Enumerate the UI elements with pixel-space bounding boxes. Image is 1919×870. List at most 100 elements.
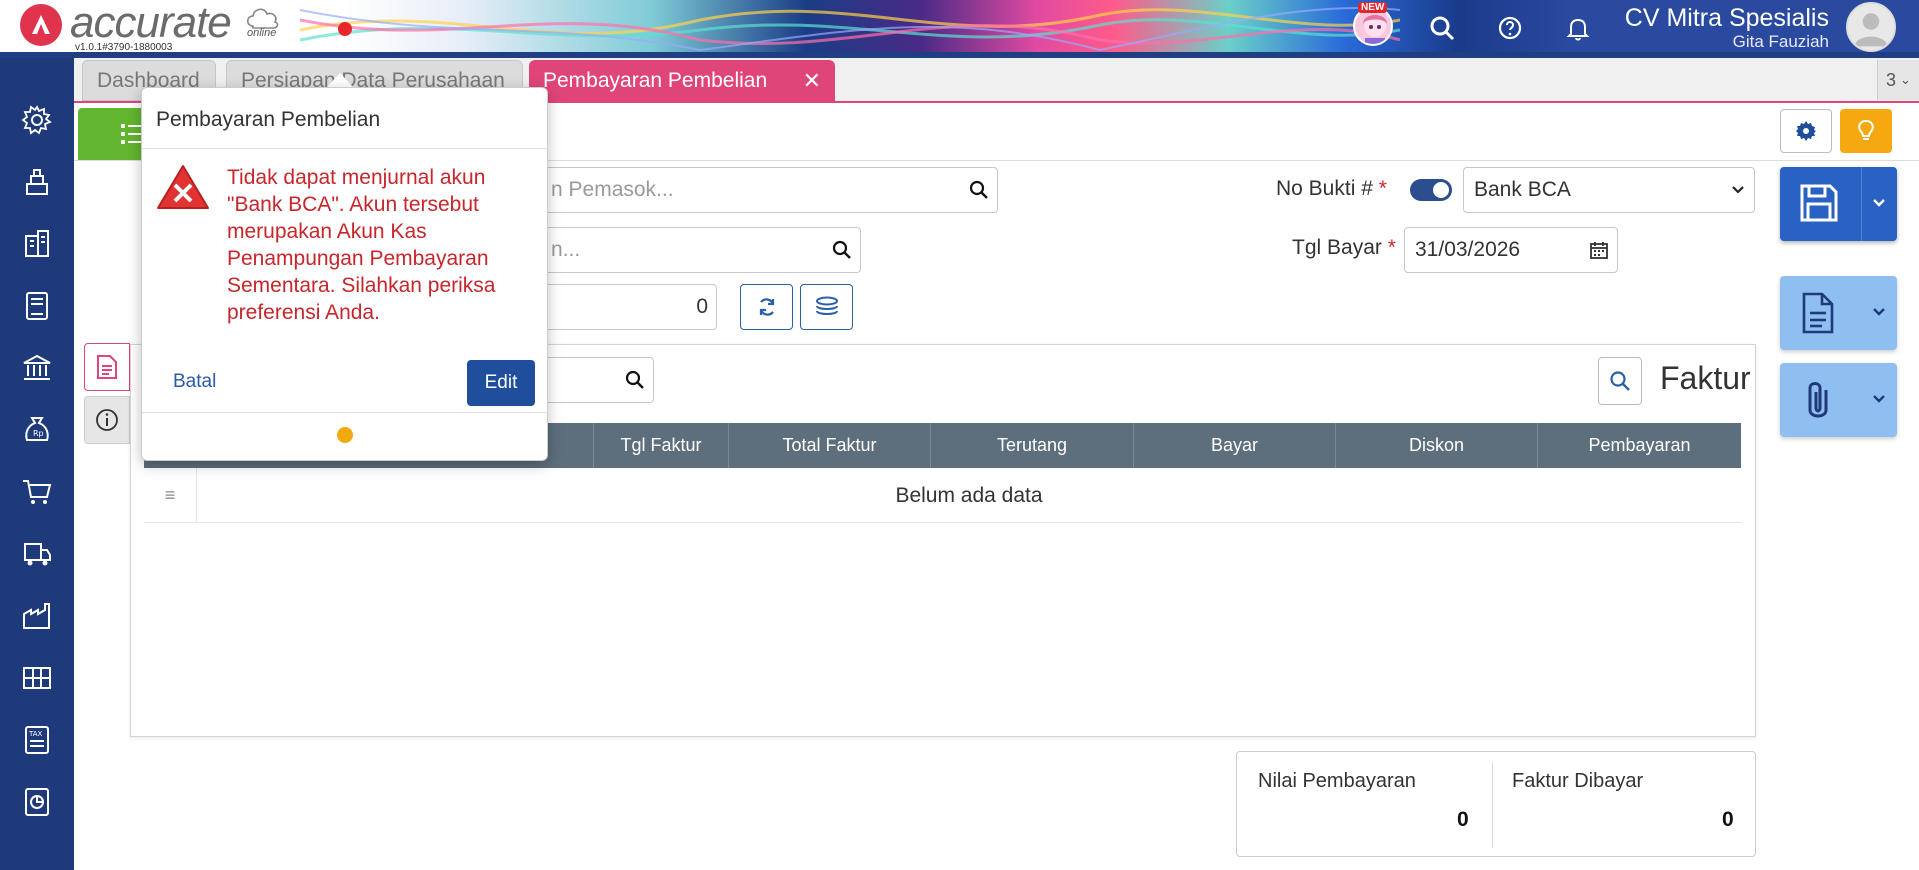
company-icon[interactable] xyxy=(17,224,57,264)
faktur-title: Faktur xyxy=(1660,360,1751,396)
calendar-icon[interactable] xyxy=(1589,240,1609,260)
layers-button[interactable] xyxy=(800,284,853,330)
supplier-placeholder: n Pemasok... xyxy=(551,178,674,201)
tgl-bayar-value: 31/03/2026 xyxy=(1415,238,1521,261)
no-bukti-toggle[interactable] xyxy=(1410,179,1452,201)
col-pembayaran[interactable]: Pembayaran xyxy=(1537,423,1741,468)
chevron-down-icon xyxy=(1732,186,1744,194)
company-name[interactable]: CV Mitra Spesialis xyxy=(1625,4,1829,33)
summary-divider xyxy=(1492,762,1493,848)
save-split-divider xyxy=(1861,167,1862,241)
secondary-search-input[interactable]: n... xyxy=(540,227,861,273)
settings-button[interactable] xyxy=(1780,109,1832,153)
popup-error-message: Tidak dapat menjurnal akun "Bank BCA". A… xyxy=(227,166,496,324)
header-decoration xyxy=(300,7,1400,52)
logo-online-text: online xyxy=(247,27,277,39)
paperclip-icon xyxy=(1808,382,1828,418)
document-button[interactable] xyxy=(1780,276,1897,350)
popup-status-dot xyxy=(337,427,353,443)
delivery-icon[interactable] xyxy=(17,534,57,574)
popup-divider xyxy=(142,148,547,149)
bank-select[interactable]: Bank BCA xyxy=(1463,167,1755,213)
chevron-down-icon[interactable] xyxy=(1871,197,1887,209)
tab-pembayaran-pembelian[interactable]: Pembayaran Pembelian ✕ xyxy=(529,60,835,101)
chevron-down-icon[interactable] xyxy=(1871,306,1887,318)
col-diskon[interactable]: Diskon xyxy=(1335,423,1537,468)
payment-summary: Nilai Pembayaran 0 Faktur Dibayar 0 xyxy=(1236,751,1756,857)
search-icon xyxy=(1610,371,1630,391)
empty-table-text: Belum ada data xyxy=(895,483,1043,507)
chevron-down-icon[interactable] xyxy=(1871,393,1887,405)
svg-text:Rp: Rp xyxy=(33,429,44,438)
help-icon[interactable] xyxy=(1490,8,1530,48)
save-icon xyxy=(1800,184,1838,222)
nilai-pembayaran-value: 0 xyxy=(1457,808,1469,831)
col-total-faktur[interactable]: Total Faktur xyxy=(728,423,930,468)
faktur-search-button[interactable] xyxy=(1598,357,1642,405)
document-icon xyxy=(97,355,117,379)
gear-icon xyxy=(1796,121,1816,141)
faktur-dibayar-value: 0 xyxy=(1722,808,1734,831)
inventory-icon[interactable] xyxy=(17,162,57,202)
no-bukti-label-text: No Bukti # xyxy=(1276,177,1373,200)
factory-icon[interactable] xyxy=(17,596,57,636)
report-icon[interactable] xyxy=(17,782,57,822)
edit-button[interactable]: Edit xyxy=(467,360,535,406)
user-name: Gita Fauziah xyxy=(1732,32,1829,51)
warehouse-icon[interactable] xyxy=(17,658,57,698)
record-indicator xyxy=(338,22,352,36)
supplier-search-input[interactable]: n Pemasok... xyxy=(540,167,998,213)
col-tgl-faktur[interactable]: Tgl Faktur xyxy=(593,423,728,468)
tab-count-dropdown[interactable]: 3 ⌄ xyxy=(1877,60,1919,100)
refresh-icon xyxy=(759,298,774,316)
faktur-dibayar-label: Faktur Dibayar xyxy=(1512,770,1644,792)
refresh-button[interactable] xyxy=(740,284,793,330)
search-icon[interactable] xyxy=(625,370,645,390)
tgl-bayar-date-input[interactable]: 31/03/2026 xyxy=(1404,227,1618,273)
row-menu-icon[interactable]: ≡ xyxy=(144,468,197,523)
money-bag-icon[interactable]: Rp xyxy=(17,410,57,450)
bank-icon[interactable] xyxy=(17,348,57,388)
settings-icon[interactable] xyxy=(17,100,57,140)
secondary-search-placeholder: n... xyxy=(551,238,581,261)
warning-icon xyxy=(157,165,209,209)
close-tab-icon[interactable]: ✕ xyxy=(803,68,821,94)
app-header: accurate online v1.0.1#3790-1880003 NEW … xyxy=(0,0,1919,58)
popup-title: Pembayaran Pembelian xyxy=(156,108,381,131)
tgl-bayar-label-text: Tgl Bayar xyxy=(1292,236,1382,259)
search-icon[interactable] xyxy=(832,240,852,260)
bank-select-value: Bank BCA xyxy=(1474,178,1571,201)
logo-text: accurate xyxy=(70,0,232,47)
tab-pembayaran-label: Pembayaran Pembelian xyxy=(543,68,768,92)
cancel-button[interactable]: Batal xyxy=(173,371,216,393)
new-badge: NEW xyxy=(1358,2,1388,13)
popup-footer-divider xyxy=(142,412,547,413)
accurate-logo[interactable] xyxy=(20,4,62,46)
document-icon xyxy=(1802,292,1834,334)
tips-button[interactable] xyxy=(1840,109,1892,153)
chevron-down-icon: ⌄ xyxy=(1900,72,1911,87)
sidebar: Rp TAX xyxy=(0,58,74,870)
ledger-icon[interactable] xyxy=(17,286,57,326)
save-button[interactable] xyxy=(1780,167,1897,241)
col-terutang[interactable]: Terutang xyxy=(930,423,1133,468)
tax-icon[interactable]: TAX xyxy=(17,720,57,760)
side-tab-document[interactable] xyxy=(84,343,130,391)
table-row: ≡ Belum ada data xyxy=(144,468,1741,523)
user-avatar-icon[interactable] xyxy=(1846,2,1896,52)
bell-icon[interactable] xyxy=(1558,8,1598,48)
side-tab-info[interactable] xyxy=(84,396,130,444)
search-icon[interactable] xyxy=(969,180,989,200)
nilai-pembayaran-label: Nilai Pembayaran xyxy=(1258,770,1416,792)
cart-icon[interactable] xyxy=(17,472,57,512)
tab-count-value: 3 xyxy=(1886,69,1897,90)
tgl-bayar-label: Tgl Bayar * xyxy=(1292,236,1396,260)
search-icon[interactable] xyxy=(1422,8,1462,48)
popup-arrow xyxy=(326,73,354,88)
col-bayar[interactable]: Bayar xyxy=(1133,423,1335,468)
attachment-button[interactable] xyxy=(1780,363,1897,437)
layers-icon xyxy=(815,296,838,315)
svg-text:TAX: TAX xyxy=(28,730,43,738)
amount-input[interactable]: 0 xyxy=(540,284,717,330)
no-bukti-label: No Bukti # * xyxy=(1276,177,1387,201)
